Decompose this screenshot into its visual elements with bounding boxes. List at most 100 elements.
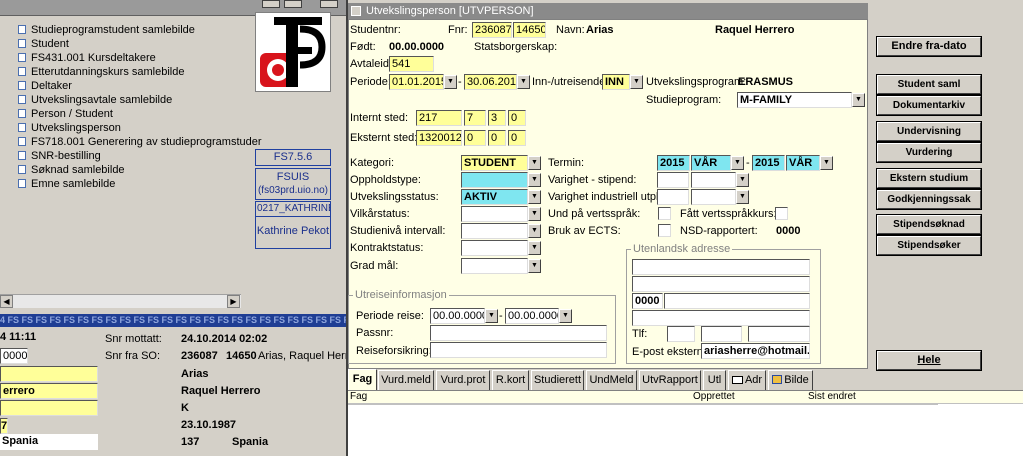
tree-item[interactable]: SNR-bestilling (18, 150, 101, 162)
studieniva-field[interactable] (461, 223, 528, 239)
utvekslingsstatus-field[interactable]: AKTIV (461, 189, 528, 205)
varighet-stipend-dropdown-icon[interactable]: ▼ (736, 173, 749, 187)
varighet-stipend-value[interactable] (657, 172, 689, 188)
periode-reise-to-field[interactable]: 00.00.0000 (505, 308, 559, 324)
tree-item[interactable]: FS718.001 Generering av studieprogramstu… (18, 136, 262, 148)
tree-item[interactable]: Utvekslingsperson (18, 122, 121, 134)
termin-to-year-field[interactable]: 2015 (752, 155, 785, 171)
tab-bilde[interactable]: Bilde (768, 370, 813, 390)
kontraktstatus-field[interactable] (461, 240, 528, 256)
tab-adr[interactable]: Adr (728, 370, 766, 390)
scroll-left-arrow-icon[interactable]: ◀ (0, 295, 13, 308)
termin-to-semester-field[interactable]: VÅR (786, 155, 820, 171)
tab-vurd-prot[interactable]: Vurd.prot (436, 370, 490, 390)
kategori-dropdown-icon[interactable]: ▼ (528, 156, 541, 170)
utvekslingsstatus-dropdown-icon[interactable]: ▼ (528, 190, 541, 204)
undervisning-button[interactable]: Undervisning (876, 121, 982, 142)
periode-from-field[interactable]: 01.01.2015 (389, 74, 444, 90)
eksternt-sted-inst2[interactable]: 0 (488, 130, 506, 146)
stipendsoker-button[interactable]: Stipendsøker (876, 235, 982, 256)
tlf-field3[interactable] (748, 326, 810, 342)
tab-utl[interactable]: Utl (703, 370, 726, 390)
tab-undmeld[interactable]: UndMeld (586, 370, 637, 390)
poststed-field[interactable] (664, 293, 810, 309)
tree-item[interactable]: Person / Student (18, 108, 113, 120)
bruk-ects-checkbox[interactable] (658, 224, 671, 237)
country-field[interactable]: Spania (0, 434, 98, 450)
termin-from-year-field[interactable]: 2015 (657, 155, 690, 171)
code-field[interactable]: 7 (0, 418, 8, 434)
grad-mal-field[interactable] (461, 258, 528, 274)
vilkarstatus-field[interactable] (461, 206, 528, 222)
kontraktstatus-dropdown-icon[interactable]: ▼ (528, 241, 541, 255)
scroll-right-arrow-icon[interactable]: ▶ (227, 295, 240, 308)
tree-item[interactable]: Utvekslingsavtale samlebilde (18, 94, 172, 106)
tree-item[interactable]: FS431.001 Kursdeltakere (18, 52, 156, 64)
eksternt-sted-inst[interactable]: 13200126 (416, 130, 462, 146)
vilkarstatus-dropdown-icon[interactable]: ▼ (528, 207, 541, 221)
passnr-field[interactable] (430, 325, 607, 341)
window-control-button[interactable] (320, 0, 338, 8)
tree-item[interactable]: Deltaker (18, 80, 72, 92)
kategori-field[interactable]: STUDENT (461, 155, 528, 171)
internt-sted-inst2[interactable]: 3 (488, 110, 506, 126)
name-field[interactable]: errero (0, 383, 98, 399)
tlf-field2[interactable] (701, 326, 742, 342)
varighet-industri-dropdown-icon[interactable]: ▼ (736, 190, 749, 204)
yellow-field[interactable] (0, 400, 98, 416)
termin-to-dropdown-icon[interactable]: ▼ (820, 156, 833, 170)
student-saml-button[interactable]: Student saml (876, 74, 982, 95)
oppholdstype-field[interactable] (461, 172, 528, 188)
studieprogram-dropdown-icon[interactable]: ▼ (852, 93, 865, 107)
adresse-line2[interactable] (632, 276, 810, 292)
periode-reise-from-dropdown-icon[interactable]: ▼ (485, 309, 498, 323)
endre-fra-dato-button[interactable]: Endre fra-dato (876, 36, 982, 57)
tree-item[interactable]: Søknad samlebilde (18, 164, 125, 176)
tlf-field1[interactable] (667, 326, 695, 342)
dokumentarkiv-button[interactable]: Dokumentarkiv (876, 95, 982, 116)
varighet-industri-value[interactable] (657, 189, 689, 205)
adresse-line1[interactable] (632, 259, 810, 275)
yellow-field[interactable] (0, 366, 98, 382)
grad-mal-dropdown-icon[interactable]: ▼ (528, 259, 541, 273)
horizontal-scrollbar[interactable]: ◀ ▶ (0, 294, 241, 308)
internt-sted-inst[interactable]: 217 (416, 110, 462, 126)
faatt-vertsspraakkurs-checkbox[interactable] (775, 207, 788, 220)
pnr-field[interactable]: 14650 (513, 22, 546, 38)
inn-ut-dropdown-icon[interactable]: ▼ (630, 75, 643, 89)
hele-button[interactable]: Hele (876, 350, 982, 371)
land-field[interactable] (632, 310, 810, 326)
internt-sted-fak[interactable]: 7 (464, 110, 486, 126)
periode-from-dropdown-icon[interactable]: ▼ (444, 75, 457, 89)
window-control-button[interactable] (284, 0, 302, 8)
number-field[interactable]: 00000 (0, 348, 28, 364)
reiseforsikring-field[interactable] (430, 342, 607, 358)
varighet-stipend-unit[interactable] (691, 172, 736, 188)
periode-reise-from-field[interactable]: 00.00.0000 (430, 308, 485, 324)
vurdering-button[interactable]: Vurdering (876, 142, 982, 163)
tab-vurd-meld[interactable]: Vurd.meld (378, 370, 434, 390)
window-titlebar[interactable]: Utvekslingsperson [UTVPERSON] (348, 3, 868, 19)
postnr-field[interactable]: 0000 (632, 293, 663, 309)
fnr-field[interactable]: 236087 (472, 22, 512, 38)
ekstern-studium-button[interactable]: Ekstern studium (876, 168, 982, 189)
epost-field[interactable]: ariasherre@hotmail.... (701, 343, 810, 359)
periode-reise-to-dropdown-icon[interactable]: ▼ (559, 309, 572, 323)
oppholdstype-dropdown-icon[interactable]: ▼ (528, 173, 541, 187)
tab-fag[interactable]: Fag (348, 369, 377, 390)
periode-to-field[interactable]: 30.06.2015 (464, 74, 517, 90)
inn-ut-field[interactable]: INN (602, 74, 630, 90)
tree-item[interactable]: Etterutdanningskurs samlebilde (18, 66, 184, 78)
godkjenningssak-button[interactable]: Godkjenningssak (876, 189, 982, 210)
avtaleid-field[interactable]: 541 (389, 56, 434, 72)
window-control-button[interactable] (262, 0, 280, 8)
varighet-industri-unit[interactable] (691, 189, 736, 205)
tree-item[interactable]: Student (18, 38, 69, 50)
stipendsoknad-button[interactable]: Stipendsøknad (876, 214, 982, 235)
tab-studierett[interactable]: Studierett (531, 370, 584, 390)
tree-item[interactable]: Studieprogramstudent samlebilde (18, 24, 195, 36)
eksternt-sted-fak[interactable]: 0 (464, 130, 486, 146)
termin-from-dropdown-icon[interactable]: ▼ (731, 156, 744, 170)
tab-utvrapport[interactable]: UtvRapport (639, 370, 701, 390)
und-vertsspraak-checkbox[interactable] (658, 207, 671, 220)
